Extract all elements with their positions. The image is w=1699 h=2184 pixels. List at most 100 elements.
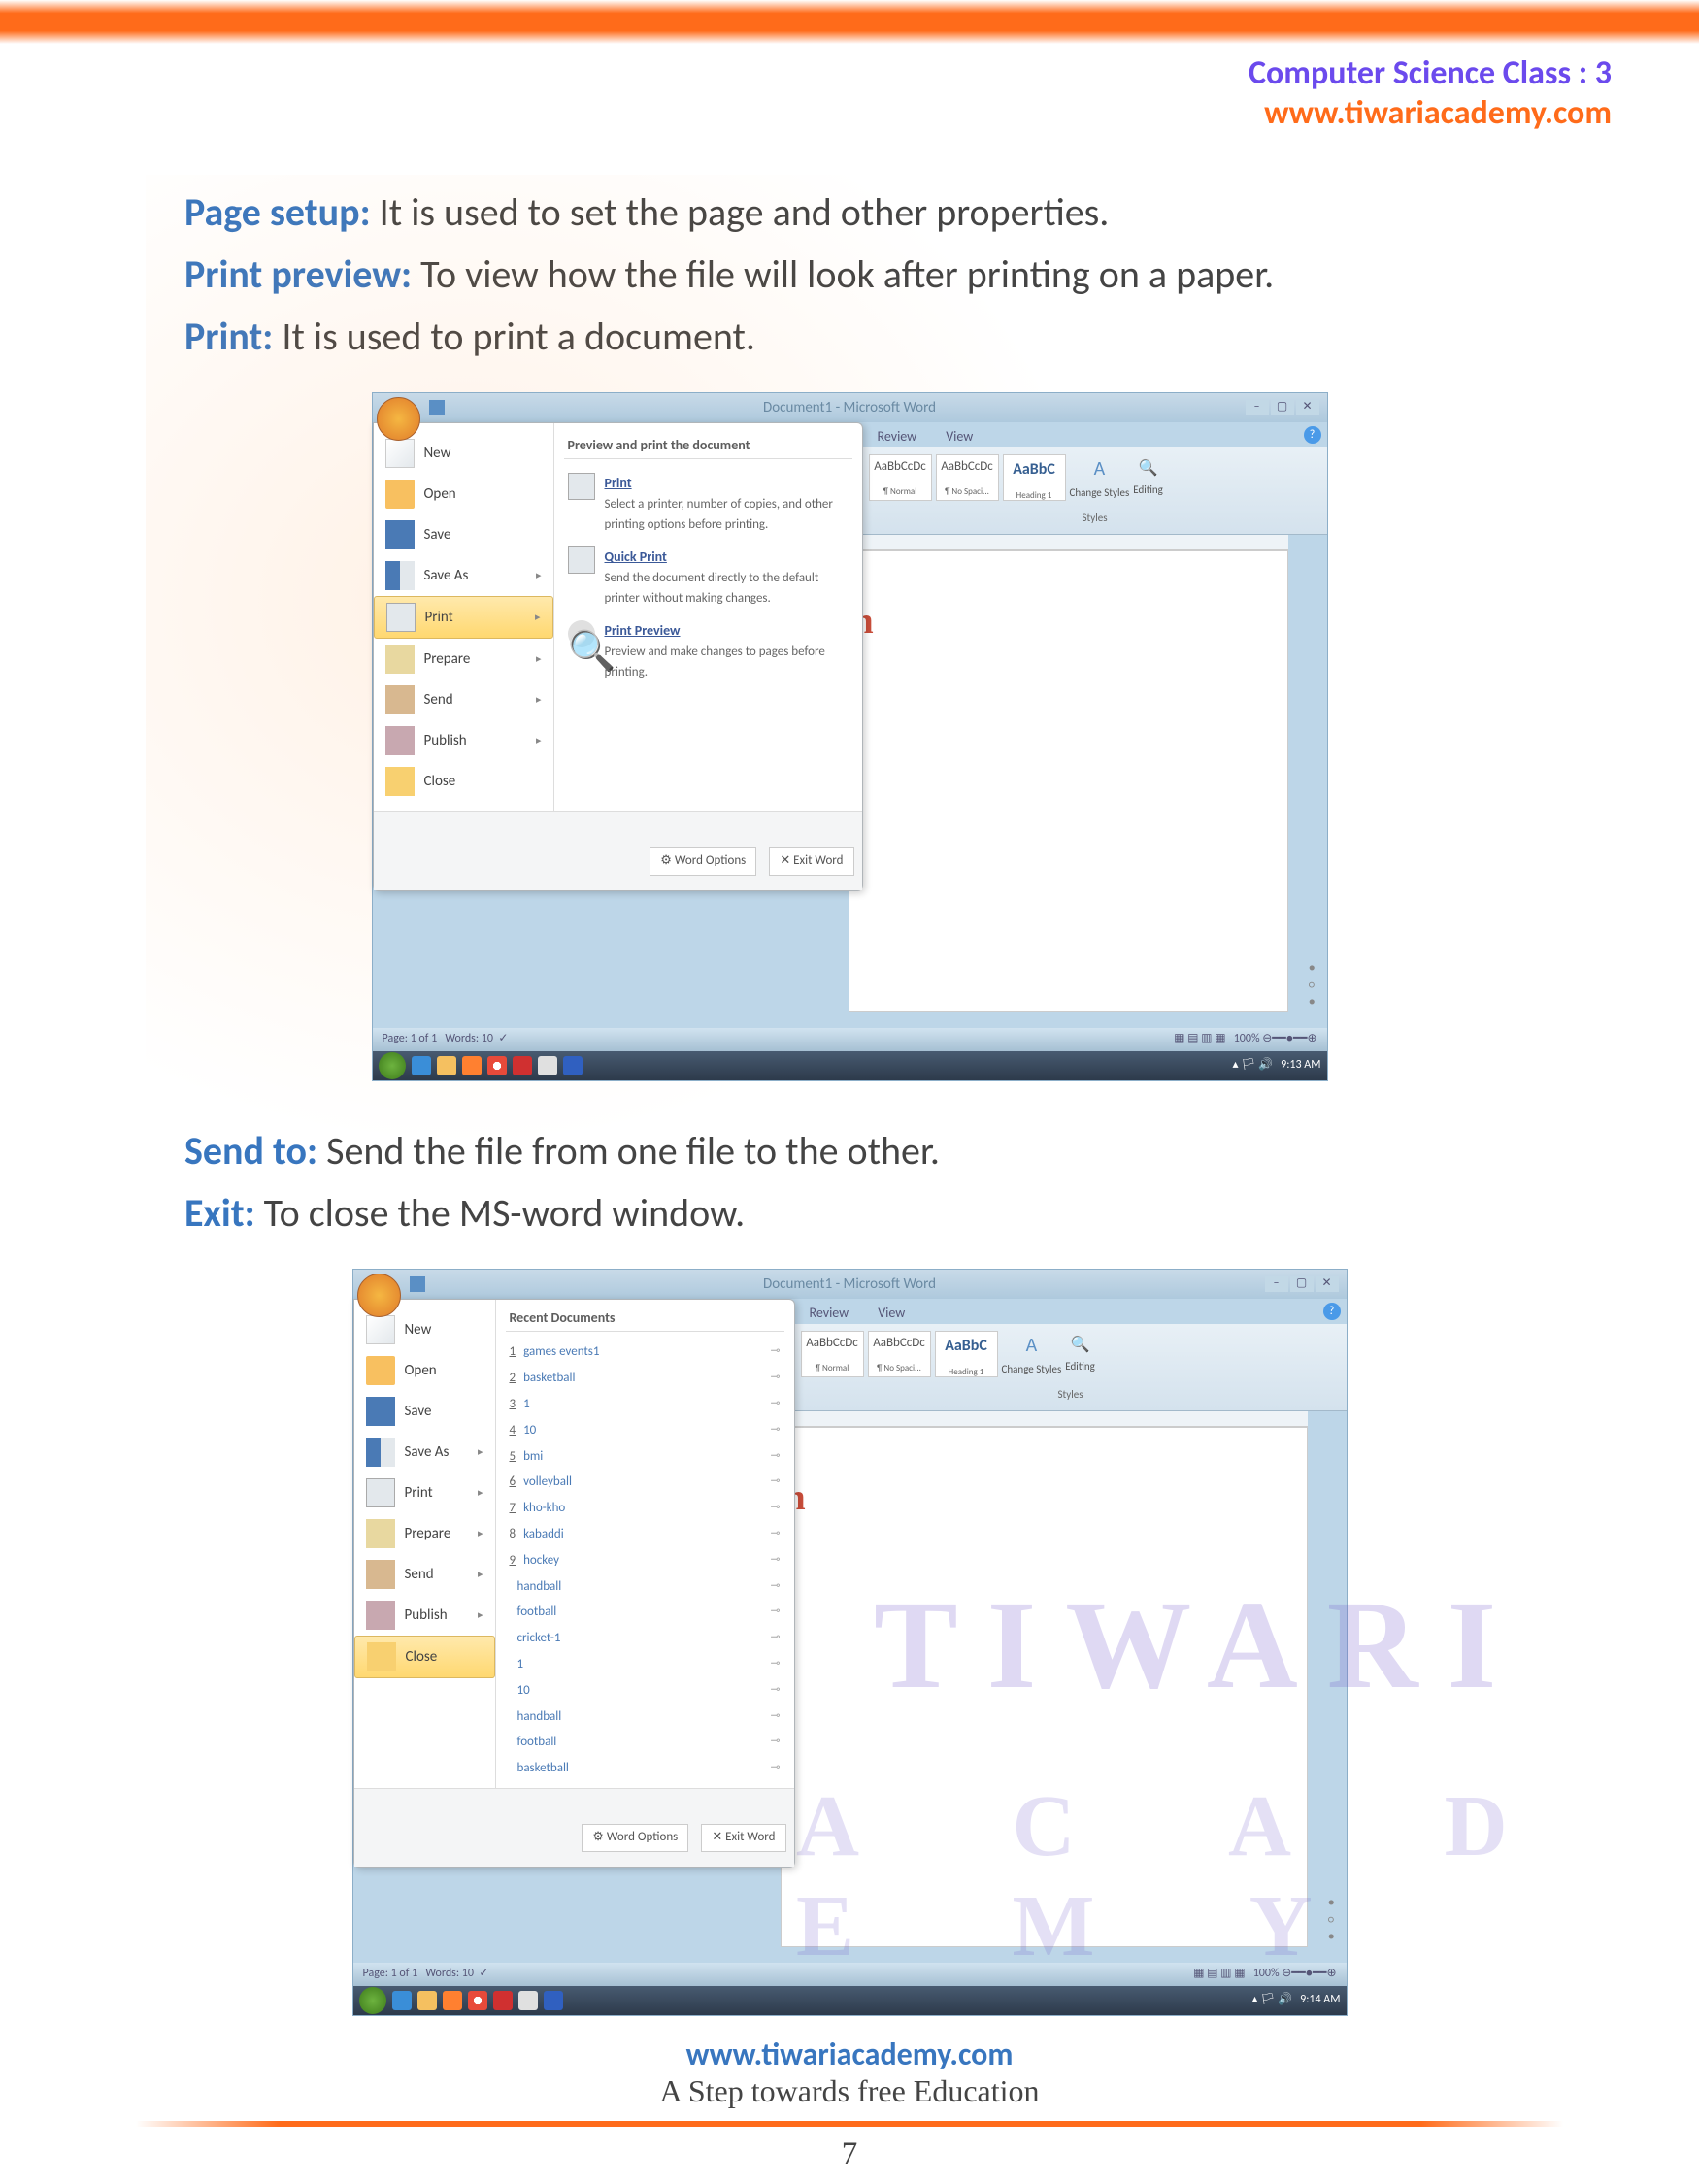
close-button[interactable]: ✕ bbox=[1296, 400, 1319, 415]
tab-review[interactable]: Review bbox=[795, 1299, 864, 1324]
scroll-buttons[interactable]: ●○● bbox=[1328, 1894, 1335, 1945]
recent-doc-item[interactable]: 31⊸ bbox=[506, 1392, 784, 1418]
minimize-button[interactable]: – bbox=[1246, 400, 1269, 415]
submenu-quickprint[interactable]: Quick PrintSend the document directly to… bbox=[564, 541, 852, 614]
recent-doc-item[interactable]: 2basketball⊸ bbox=[506, 1366, 784, 1392]
folder-icon[interactable] bbox=[437, 1056, 456, 1075]
recent-doc-item[interactable]: football⊸ bbox=[506, 1730, 784, 1756]
start-button-icon[interactable] bbox=[359, 1987, 386, 2014]
tab-view[interactable]: View bbox=[931, 422, 987, 447]
menu-publish[interactable]: Publish▸ bbox=[354, 1595, 495, 1636]
media-icon[interactable] bbox=[443, 1991, 462, 2010]
chrome-icon[interactable] bbox=[468, 1991, 487, 2010]
menu-close[interactable]: Close bbox=[374, 761, 553, 802]
folder-icon[interactable] bbox=[417, 1991, 437, 2010]
chrome-icon[interactable] bbox=[487, 1056, 507, 1075]
menu-save[interactable]: Save bbox=[374, 514, 553, 555]
editing-button[interactable]: 🔍Editing bbox=[1133, 456, 1163, 498]
style-normal[interactable]: AaBbCcDc¶ Normal bbox=[869, 454, 932, 501]
status-bar: Page: 1 of 1 Words: 10 ✓ ▦ ▤ ▥ ▦ 100% ⊖━… bbox=[373, 1028, 1327, 1051]
status-words[interactable]: Words: 10 bbox=[425, 1967, 474, 1980]
menu-open[interactable]: Open bbox=[354, 1350, 495, 1391]
recent-doc-item[interactable]: 5bmi⊸ bbox=[506, 1444, 784, 1471]
recent-doc-item[interactable]: 1⊸ bbox=[506, 1652, 784, 1678]
save-icon[interactable] bbox=[410, 1276, 425, 1292]
chevron-right-icon: ▸ bbox=[478, 1566, 483, 1583]
office-button-icon[interactable] bbox=[357, 1274, 401, 1317]
recent-doc-item[interactable]: 8kabaddi⊸ bbox=[506, 1522, 784, 1548]
doc-icon[interactable] bbox=[518, 1991, 538, 2010]
status-page[interactable]: Page: 1 of 1 bbox=[363, 1967, 418, 1980]
start-button-icon[interactable] bbox=[379, 1052, 406, 1079]
menu-publish[interactable]: Publish▸ bbox=[374, 720, 553, 761]
style-nospacing[interactable]: AaBbCcDc¶ No Spaci... bbox=[936, 454, 999, 501]
word-options-button[interactable]: ⚙ Word Options bbox=[582, 1824, 688, 1852]
zoom-controls[interactable]: ▦ ▤ ▥ ▦ 100% ⊖━━●━━⊕ bbox=[1174, 1030, 1316, 1048]
menu-prepare[interactable]: Prepare▸ bbox=[374, 639, 553, 679]
change-styles-button[interactable]: AChange Styles bbox=[1002, 1330, 1062, 1378]
menu-prepare[interactable]: Prepare▸ bbox=[354, 1513, 495, 1554]
scroll-buttons[interactable]: ●○● bbox=[1309, 959, 1316, 1010]
maximize-button[interactable]: ▢ bbox=[1271, 400, 1294, 415]
ie-icon[interactable] bbox=[392, 1991, 412, 2010]
recent-doc-item[interactable]: 10⊸ bbox=[506, 1678, 784, 1704]
tab-view[interactable]: View bbox=[863, 1299, 919, 1324]
menu-open[interactable]: Open bbox=[374, 474, 553, 514]
app-icon[interactable] bbox=[493, 1991, 513, 2010]
recent-doc-item[interactable]: football⊸ bbox=[506, 1600, 784, 1626]
recent-doc-item[interactable]: 9hockey⊸ bbox=[506, 1548, 784, 1574]
system-tray[interactable]: ▴ 🏳 🔊 9:13 AM bbox=[1233, 1056, 1321, 1075]
tab-review[interactable]: Review bbox=[863, 422, 932, 447]
save-icon[interactable] bbox=[429, 400, 445, 415]
recent-doc-item[interactable]: basketball⊸ bbox=[506, 1756, 784, 1782]
system-tray[interactable]: ▴ 🏳 🔊 9:14 AM bbox=[1252, 1991, 1341, 2009]
close-button[interactable]: ✕ bbox=[1316, 1276, 1339, 1292]
recent-doc-item[interactable]: 410⊸ bbox=[506, 1418, 784, 1444]
style-normal[interactable]: AaBbCcDc¶ Normal bbox=[801, 1331, 864, 1377]
zoom-controls[interactable]: ▦ ▤ ▥ ▦ 100% ⊖━━●━━⊕ bbox=[1193, 1965, 1336, 1983]
submenu-print[interactable]: PrintSelect a printer, number of copies,… bbox=[564, 467, 852, 541]
status-page[interactable]: Page: 1 of 1 bbox=[383, 1032, 438, 1045]
menu-saveas[interactable]: Save As▸ bbox=[374, 555, 553, 596]
help-icon[interactable]: ? bbox=[1323, 1303, 1341, 1320]
close-icon bbox=[367, 1642, 396, 1671]
recent-doc-item[interactable]: handball⊸ bbox=[506, 1574, 784, 1601]
taskbar: ▴ 🏳 🔊 9:14 AM bbox=[353, 1986, 1347, 2015]
word-icon[interactable] bbox=[544, 1991, 563, 2010]
styles-group: AaBbCcDc¶ Normal AaBbCcDc¶ No Spaci... A… bbox=[795, 1324, 1347, 1384]
recent-doc-item[interactable]: handball⊸ bbox=[506, 1704, 784, 1731]
recent-doc-item[interactable]: 1games events1⊸ bbox=[506, 1340, 784, 1366]
menu-close[interactable]: Close bbox=[354, 1636, 495, 1678]
style-heading1[interactable]: AaBbCHeading 1 bbox=[1003, 454, 1066, 501]
exit-word-button[interactable]: ✕ Exit Word bbox=[769, 847, 853, 876]
taskbar: ▴ 🏳 🔊 9:13 AM bbox=[373, 1051, 1327, 1080]
word-icon[interactable] bbox=[563, 1056, 583, 1075]
menu-send[interactable]: Send▸ bbox=[354, 1554, 495, 1595]
style-nospacing[interactable]: AaBbCcDc¶ No Spaci... bbox=[868, 1331, 931, 1377]
recent-doc-item[interactable]: 7kho-kho⊸ bbox=[506, 1496, 784, 1522]
recent-doc-item[interactable]: cricket-1⊸ bbox=[506, 1626, 784, 1652]
style-heading1[interactable]: AaBbCHeading 1 bbox=[935, 1331, 998, 1377]
minimize-button[interactable]: – bbox=[1265, 1276, 1288, 1292]
help-icon[interactable]: ? bbox=[1304, 426, 1321, 444]
word-options-button[interactable]: ⚙ Word Options bbox=[650, 847, 756, 876]
recent-doc-item[interactable]: 6volleyball⊸ bbox=[506, 1470, 784, 1496]
menu-save[interactable]: Save bbox=[354, 1391, 495, 1432]
doc-icon[interactable] bbox=[538, 1056, 557, 1075]
editing-button[interactable]: 🔍Editing bbox=[1065, 1333, 1095, 1374]
submenu-printpreview[interactable]: 🔍Print PreviewPreview and make changes t… bbox=[564, 614, 852, 688]
menu-print[interactable]: Print▸ bbox=[354, 1473, 495, 1513]
document-area[interactable]: h bbox=[849, 550, 1288, 1012]
document-area[interactable]: h bbox=[781, 1427, 1308, 1947]
menu-send[interactable]: Send▸ bbox=[374, 679, 553, 720]
office-button-icon[interactable] bbox=[377, 397, 420, 441]
exit-word-button[interactable]: ✕ Exit Word bbox=[701, 1824, 785, 1852]
menu-saveas[interactable]: Save As▸ bbox=[354, 1432, 495, 1473]
app-icon[interactable] bbox=[513, 1056, 532, 1075]
maximize-button[interactable]: ▢ bbox=[1290, 1276, 1314, 1292]
change-styles-button[interactable]: AChange Styles bbox=[1070, 453, 1130, 502]
ie-icon[interactable] bbox=[412, 1056, 431, 1075]
status-words[interactable]: Words: 10 bbox=[445, 1032, 493, 1045]
menu-print[interactable]: Print▸ bbox=[374, 596, 553, 639]
media-icon[interactable] bbox=[462, 1056, 482, 1075]
